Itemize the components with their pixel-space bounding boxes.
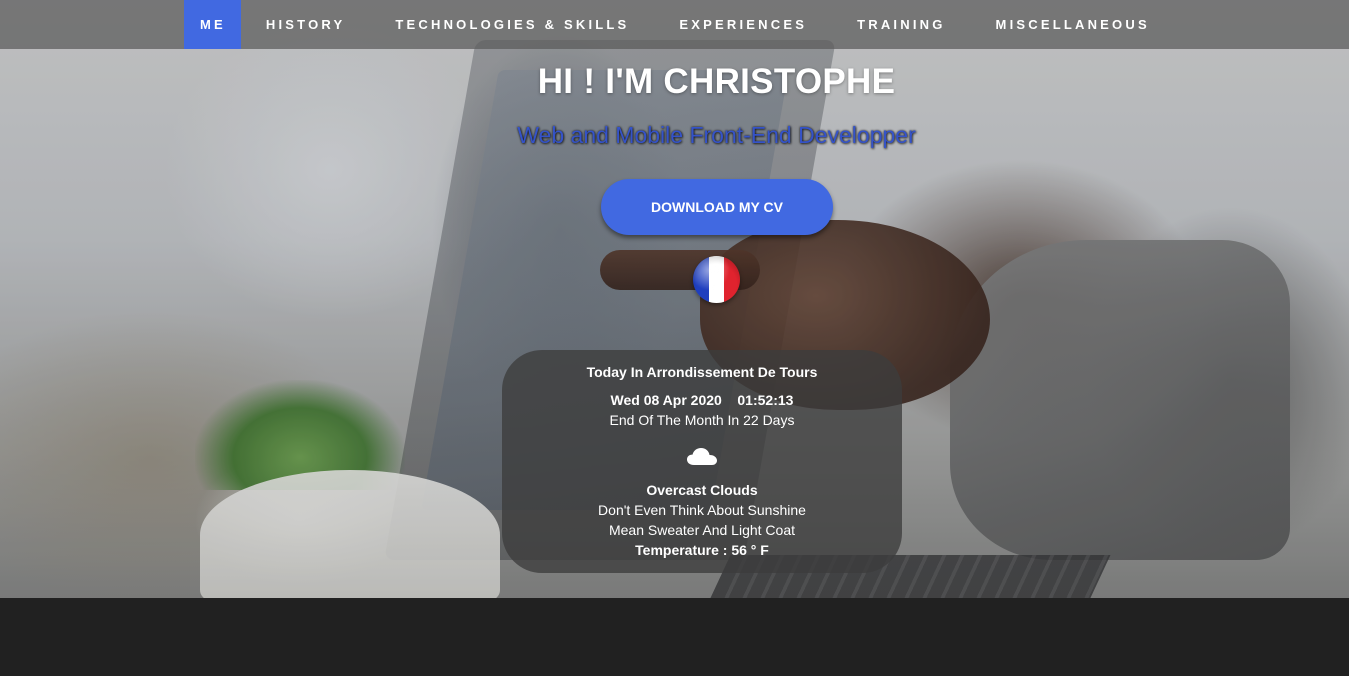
weather-month-end: End Of The Month In 22 Days: [609, 412, 795, 428]
french-flag-icon[interactable]: [693, 256, 740, 303]
nav-item-training[interactable]: TRAINING: [832, 0, 970, 49]
weather-advice-1: Don't Even Think About Sunshine: [598, 502, 806, 518]
weather-advice-2: Mean Sweater And Light Coat: [608, 522, 795, 538]
nav-item-technologies-skills[interactable]: TECHNOLOGIES & SKILLS: [370, 0, 654, 49]
nav-item-miscellaneous[interactable]: MISCELLANEOUS: [971, 0, 1175, 49]
download-cv-button[interactable]: DOWNLOAD MY CV: [601, 179, 833, 235]
footer-bar: [0, 598, 1349, 676]
main-nav: ME HISTORY TECHNOLOGIES & SKILLS EXPERIE…: [0, 0, 1349, 49]
weather-datetime: Wed 08 Apr 2020 01:52:13: [502, 392, 902, 408]
weather-date: Wed 08 Apr 2020: [610, 392, 722, 408]
nav-item-me[interactable]: ME: [184, 0, 241, 49]
nav-item-experiences[interactable]: EXPERIENCES: [654, 0, 832, 49]
weather-location: Today In Arrondissement De Tours: [586, 364, 818, 380]
page-title: HI ! I'M CHRISTOPHE: [537, 62, 896, 101]
cloud-icon: [687, 448, 717, 465]
weather-temperature: Temperature : 56 ° F: [635, 542, 769, 558]
page-subtitle: Web and Mobile Front-End Developper: [517, 122, 916, 148]
weather-card: Today In Arrondissement De Tours Wed 08 …: [502, 350, 902, 573]
nav-item-history[interactable]: HISTORY: [241, 0, 370, 49]
weather-time: 01:52:13: [737, 392, 794, 408]
weather-condition: Overcast Clouds: [646, 482, 758, 498]
